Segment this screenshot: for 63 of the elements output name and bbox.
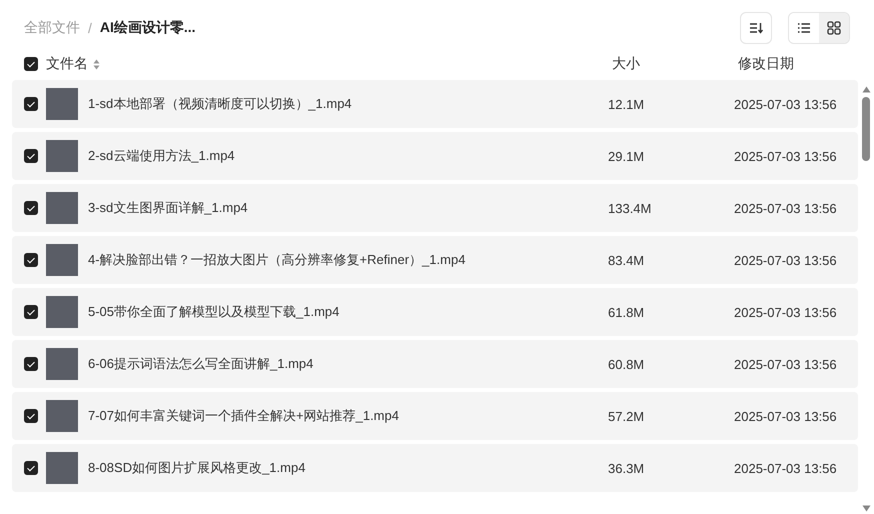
file-row[interactable]: 1-sd本地部署（视频清晰度可以切换）_1.mp4 12.1M 2025-07-03 13:56: [12, 80, 858, 128]
file-name: 3-sd文生图界面详解_1.mp4: [88, 199, 249, 217]
grid-view-button[interactable]: [819, 13, 849, 43]
row-checkbox[interactable]: [24, 357, 38, 371]
file-size: 83.4M: [608, 252, 646, 268]
scroll-down-icon[interactable]: [862, 505, 870, 512]
video-thumbnail-placeholder: [46, 452, 78, 484]
row-checkbox[interactable]: [24, 461, 38, 475]
sort-button[interactable]: [740, 12, 772, 44]
file-size: 57.2M: [608, 408, 646, 424]
modified-date: 2025-07-03 13:56: [734, 252, 838, 268]
column-header[interactable]: 文件名: [46, 55, 88, 73]
file-row[interactable]: 7-07如何丰富关键词一个插件全解决+网站推荐_1.mp4 57.2M 2025-07-03 13:56: [12, 392, 858, 440]
row-checkbox[interactable]: [24, 305, 38, 319]
file-size: 133.4M: [608, 200, 652, 216]
scroll-up-icon[interactable]: [862, 86, 870, 93]
column-header: 修改日期: [738, 55, 795, 73]
modified-date: 2025-07-03 13:56: [734, 96, 838, 112]
video-thumbnail-placeholder: [46, 296, 78, 328]
file-row[interactable]: 8-08SD如何图片扩展风格更改_1.mp4 36.3M 2025-07-03 13:56: [12, 444, 858, 492]
file-row[interactable]: 4-解决脸部出错？一招放大图片（高分辨率修复+Refiner）_1.mp4 83.4M 2025-07-03 13:56: [12, 236, 858, 284]
file-size: 60.8M: [608, 356, 646, 372]
video-thumbnail-placeholder: [46, 348, 78, 380]
video-thumbnail-placeholder: [46, 88, 78, 120]
video-thumbnail-placeholder: [46, 192, 78, 224]
file-name: 6-06提示词语法怎么写全面讲解_1.mp4: [88, 355, 314, 373]
file-name: 1-sd本地部署（视频清晰度可以切换）_1.mp4: [88, 95, 353, 113]
file-size: 29.1M: [608, 148, 646, 164]
sort-arrows-icon[interactable]: [93, 58, 100, 70]
modified-date: 2025-07-03 13:56: [734, 148, 838, 164]
scrollbar-thumb[interactable]: [862, 97, 870, 161]
file-row[interactable]: 6-06提示词语法怎么写全面讲解_1.mp4 60.8M 2025-07-03 13:56: [12, 340, 858, 388]
modified-date: 2025-07-03 13:56: [734, 460, 838, 476]
row-checkbox[interactable]: [24, 201, 38, 215]
list-icon: [797, 22, 811, 34]
modified-date: 2025-07-03 13:56: [734, 408, 838, 424]
video-thumbnail-placeholder: [46, 400, 78, 432]
file-size: 12.1M: [608, 96, 646, 112]
modified-date: 2025-07-03 13:56: [734, 200, 838, 216]
row-checkbox[interactable]: [24, 409, 38, 423]
file-row[interactable]: 2-sd云端使用方法_1.mp4 29.1M 2025-07-03 13:56: [12, 132, 858, 180]
file-name: 8-08SD如何图片扩展风格更改_1.mp4: [88, 459, 306, 477]
row-checkbox[interactable]: [24, 253, 38, 267]
video-thumbnail-placeholder: [46, 140, 78, 172]
grid-icon: [827, 21, 841, 35]
file-name: 7-07如何丰富关键词一个插件全解决+网站推荐_1.mp4: [88, 407, 400, 425]
modified-date: 2025-07-03 13:56: [734, 304, 838, 320]
file-row[interactable]: 5-05带你全面了解模型以及模型下载_1.mp4 61.8M 2025-07-03 13:56: [12, 288, 858, 336]
modified-date: 2025-07-03 13:56: [734, 356, 838, 372]
select-all-checkbox[interactable]: [24, 57, 38, 71]
row-checkbox[interactable]: [24, 97, 38, 111]
video-thumbnail-placeholder: [46, 244, 78, 276]
file-name: 5-05带你全面了解模型以及模型下载_1.mp4: [88, 303, 340, 321]
sort-icon: [749, 22, 763, 34]
breadcrumb-separator: /: [88, 20, 92, 36]
file-name: 2-sd云端使用方法_1.mp4: [88, 147, 236, 165]
file-size: 61.8M: [608, 304, 646, 320]
breadcrumb-item: AI绘画设计零...: [100, 19, 196, 37]
file-name: 4-解决脸部出错？一招放大图片（高分辨率修复+Refiner）_1.mp4: [88, 251, 466, 269]
column-header: 大小: [612, 55, 641, 73]
row-checkbox[interactable]: [24, 149, 38, 163]
file-size: 36.3M: [608, 460, 646, 476]
file-row[interactable]: 3-sd文生图界面详解_1.mp4 133.4M 2025-07-03 13:56: [12, 184, 858, 232]
